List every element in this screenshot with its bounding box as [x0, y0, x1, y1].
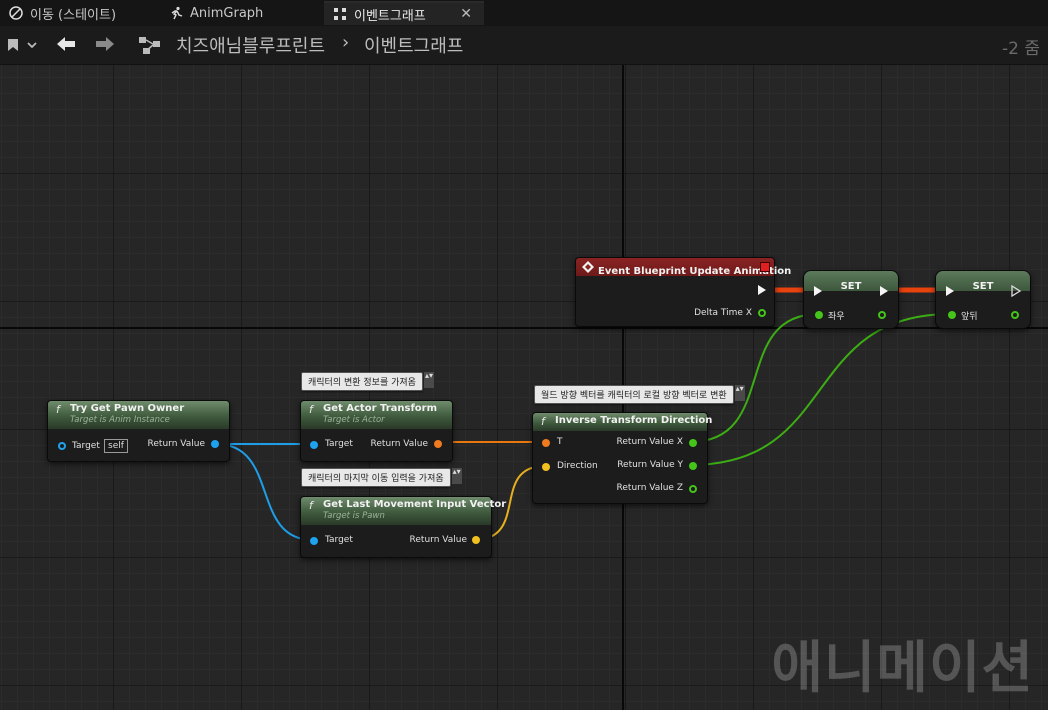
comment-pin-icon[interactable]: ▴▾: [734, 385, 745, 401]
graph-icon: [138, 35, 162, 55]
pin-label: Direction: [557, 461, 598, 471]
exec-out-pin[interactable]: [880, 286, 888, 296]
breadcrumb-current: 이벤트그래프: [364, 36, 464, 57]
breadcrumb-root[interactable]: 치즈애님블루프린트: [176, 32, 325, 58]
float-in-pin[interactable]: [948, 311, 956, 319]
return-y-pin[interactable]: [689, 462, 697, 470]
pin-label: Return Value: [370, 439, 428, 449]
exec-in-pin[interactable]: [946, 286, 954, 296]
comment-bubble[interactable]: 캐릭터의 마지막 이동 입력을 가져옴 ▴▾: [301, 468, 462, 487]
node-title: Try Get Pawn Owner: [70, 403, 185, 414]
arrow-left-icon: [57, 37, 75, 51]
event-icon: [582, 261, 594, 273]
node-inverse-transform-direction[interactable]: f Inverse Transform Direction T Directio…: [532, 412, 713, 504]
node-subtitle: Target is Actor: [323, 415, 385, 425]
function-icon: f: [541, 415, 545, 428]
running-man-icon: [168, 5, 184, 21]
tab-label: 이벤트그래프: [354, 8, 426, 24]
tab-bar: 이동 (스테이트) AnimGraph 이벤트그래프 ✕: [0, 0, 1048, 27]
node-set-forward-back[interactable]: SET 앞뒤: [935, 270, 1031, 329]
return-x-pin[interactable]: [689, 439, 697, 447]
return-z-pin[interactable]: [689, 485, 697, 493]
node-title: Get Last Movement Input Vector: [323, 499, 507, 510]
target-in-pin[interactable]: [310, 441, 318, 449]
comment-text: 캐릭터의 마지막 이동 입력을 가져옴: [308, 474, 444, 484]
object-wire: [215, 443, 314, 541]
wire-layer: [215, 287, 952, 541]
tab-animgraph[interactable]: AnimGraph: [160, 1, 320, 25]
pin-label: Return Value Y: [617, 460, 683, 470]
graph-type-watermark: 애니메이션: [771, 636, 1034, 701]
node-get-actor-transform[interactable]: f Get Actor Transform Target is Actor Ta…: [300, 400, 453, 462]
pin-label: Return Value X: [616, 437, 683, 447]
exec-out-pin[interactable]: [1010, 285, 1022, 297]
node-title: Inverse Transform Direction: [555, 415, 713, 426]
delta-time-pin[interactable]: [758, 309, 766, 317]
target-in-pin[interactable]: [310, 537, 318, 545]
comment-pin-icon[interactable]: ▴▾: [423, 372, 434, 388]
tab-move-state[interactable]: 이동 (스테이트): [0, 1, 152, 25]
transform-in-pin[interactable]: [542, 439, 550, 447]
node-subtitle: Target is Anim Instance: [70, 415, 170, 425]
pin-label: Delta Time X: [694, 308, 752, 318]
delegate-pin-icon[interactable]: [760, 262, 770, 272]
node-title: Get Actor Transform: [323, 403, 438, 414]
pin-label: Return Value Z: [616, 483, 683, 493]
state-icon: [8, 5, 24, 21]
pin-label: Target: [325, 535, 353, 545]
zoom-level: -2 줌: [1002, 39, 1040, 59]
node-event-update-animation[interactable]: Event Blueprint Update Animation Delta T…: [575, 257, 791, 327]
node-title: SET: [972, 281, 994, 292]
self-value-field[interactable]: self: [104, 439, 128, 453]
exec-out-pin[interactable]: [758, 285, 766, 295]
forward-button[interactable]: [94, 35, 116, 53]
comment-pin-icon[interactable]: ▴▾: [451, 468, 462, 484]
target-in-pin[interactable]: [58, 442, 66, 450]
close-icon[interactable]: ✕: [460, 6, 472, 22]
return-value-pin[interactable]: [211, 440, 219, 448]
comment-text: 월드 방향 벡터를 캐릭터의 로컬 방향 벡터로 변환: [541, 391, 727, 401]
pin-label: Target: [72, 441, 100, 451]
bookmark-dropdown[interactable]: [6, 37, 40, 53]
tab-label: AnimGraph: [190, 5, 264, 21]
arrow-right-icon: [96, 37, 114, 51]
node-title: SET: [840, 281, 862, 292]
back-button[interactable]: [55, 35, 77, 53]
comment-bubble[interactable]: 월드 방향 벡터를 캐릭터의 로컬 방향 벡터로 변환 ▴▾: [534, 385, 745, 404]
comment-text: 캐릭터의 변환 정보를 가져옴: [308, 378, 416, 388]
direction-in-pin[interactable]: [542, 463, 550, 471]
node-subtitle: Target is Pawn: [323, 511, 385, 521]
return-value-pin[interactable]: [434, 440, 442, 448]
float-out-pin[interactable]: [1011, 311, 1019, 319]
pin-label: T: [557, 437, 563, 447]
pin-label: 앞뒤: [961, 312, 978, 322]
comment-bubble[interactable]: 캐릭터의 변환 정보를 가져옴 ▴▾: [301, 372, 434, 391]
node-set-left-right[interactable]: SET 좌우: [803, 270, 899, 329]
graph-icon: [332, 6, 348, 22]
breadcrumb-separator: ›: [342, 32, 350, 53]
pin-label: 좌우: [828, 312, 845, 322]
float-out-pin[interactable]: [878, 311, 886, 319]
tab-label: 이동 (스테이트): [30, 7, 117, 23]
graph-toolbar: 치즈애님블루프린트 › 이벤트그래프 -2 줌: [0, 26, 1048, 65]
node-try-get-pawn-owner[interactable]: f Try Get Pawn Owner Target is Anim Inst…: [47, 400, 230, 462]
function-icon: f: [309, 403, 313, 416]
bookmark-icon: [8, 39, 37, 51]
graph-canvas[interactable]: Event Blueprint Update Animation Delta T…: [0, 65, 1048, 710]
function-icon: f: [56, 403, 60, 416]
pin-label: Target: [325, 439, 353, 449]
function-icon: f: [309, 499, 313, 512]
return-value-pin[interactable]: [472, 536, 480, 544]
float-in-pin[interactable]: [815, 311, 823, 319]
pin-label: Return Value: [409, 535, 467, 545]
pin-label: Return Value: [147, 439, 205, 449]
tab-event-graph[interactable]: 이벤트그래프 ✕: [324, 1, 484, 25]
node-get-last-movement-input-vector[interactable]: f Get Last Movement Input Vector Target …: [300, 496, 507, 558]
exec-in-pin[interactable]: [814, 286, 822, 296]
